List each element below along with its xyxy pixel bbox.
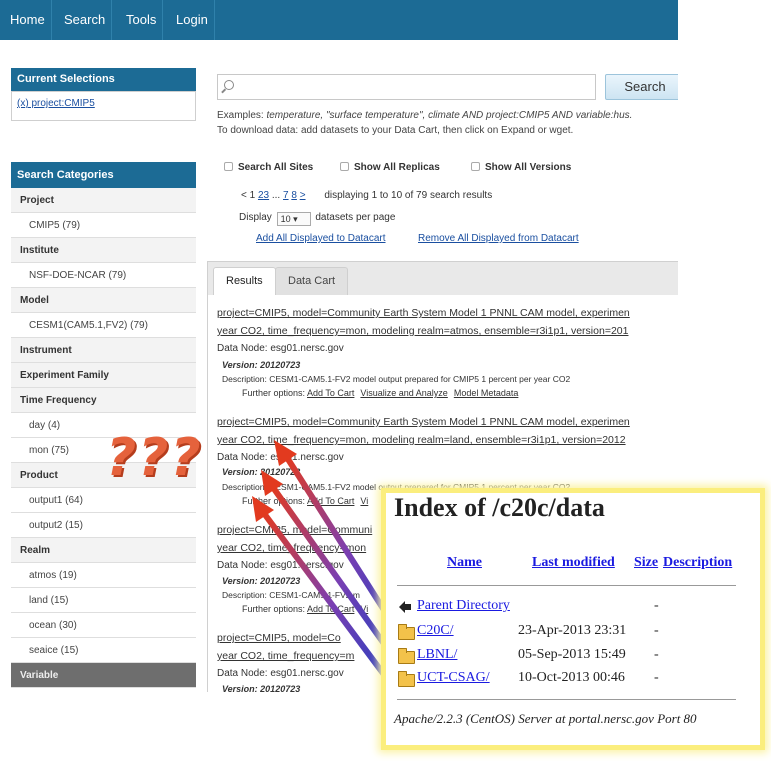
- arrow-c20c: [274, 440, 401, 635]
- arrow-lbnl: [261, 470, 395, 658]
- size-uct-csag: -: [654, 670, 659, 685]
- column-size[interactable]: Size: [634, 555, 658, 571]
- divider: [397, 585, 736, 586]
- modified-uct-csag: 10-Oct-2013 00:46: [518, 670, 625, 685]
- column-description[interactable]: Description: [663, 555, 732, 571]
- size-c20c: -: [654, 623, 659, 638]
- parent-directory-link[interactable]: Parent Directory: [417, 598, 510, 614]
- size-lbnl: -: [654, 647, 659, 662]
- column-name[interactable]: Name: [447, 555, 482, 571]
- dir-link-lbnl[interactable]: LBNL/: [417, 647, 457, 663]
- modified-c20c: 23-Apr-2013 23:31: [518, 623, 627, 638]
- index-title: Index of /c20c/data: [394, 493, 605, 522]
- parent-size: -: [654, 598, 659, 613]
- back-arrow-icon: [399, 601, 411, 613]
- server-signature: Apache/2.2.3 (CentOS) Server at portal.n…: [394, 711, 697, 726]
- folder-icon: [398, 671, 415, 687]
- divider: [397, 699, 736, 700]
- modified-lbnl: 05-Sep-2013 15:49: [518, 647, 626, 662]
- folder-icon: [398, 648, 415, 664]
- dir-link-uct-csag[interactable]: UCT-CSAG/: [417, 670, 490, 686]
- question-marks-annotation: ???: [106, 428, 203, 488]
- column-last-modified[interactable]: Last modified: [532, 555, 615, 571]
- dir-link-c20c[interactable]: C20C/: [417, 623, 454, 639]
- folder-icon: [398, 624, 415, 640]
